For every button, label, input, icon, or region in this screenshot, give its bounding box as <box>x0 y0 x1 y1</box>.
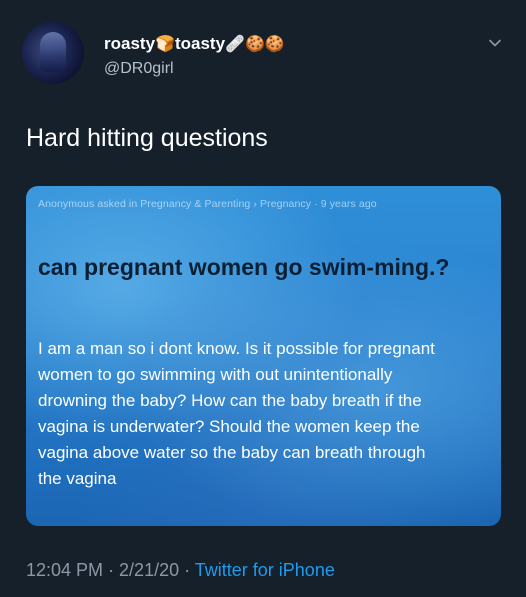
tweet-text: Hard hitting questions <box>26 124 268 152</box>
bread-icon: 🍞 <box>155 36 175 53</box>
display-name-part-2: toasty <box>174 34 226 53</box>
avatar[interactable] <box>22 22 84 84</box>
body-line: I am a man so i dont know. Is it possibl… <box>38 339 435 358</box>
body-line: drowning the baby? How can the baby brea… <box>38 391 422 410</box>
body-line: vagina above water so the baby can breat… <box>38 443 426 462</box>
source-link[interactable]: Twitter for iPhone <box>195 560 335 580</box>
tweet-timestamp: 12:04 PM · 2/21/20 · Twitter for iPhone <box>26 560 335 581</box>
question-body: I am a man so i dont know. Is it possibl… <box>38 336 501 492</box>
question-title: can pregnant women go swim-ming.? <box>38 254 450 280</box>
display-name-part-1: roasty <box>104 34 156 53</box>
embedded-screenshot: Anonymous asked in Pregnancy & Parenting… <box>26 186 501 526</box>
chevron-down-icon[interactable] <box>488 36 502 50</box>
body-line: women to go swimming with out unintentio… <box>38 365 393 384</box>
body-line: vagina is underwater? Should the women k… <box>38 417 420 436</box>
avatar-figure <box>40 32 66 72</box>
display-name[interactable]: roasty🍞toasty🩹🍪🍪 <box>104 34 285 54</box>
timestamp-text[interactable]: 12:04 PM · 2/21/20 · <box>26 560 190 580</box>
question-meta: Anonymous asked in Pregnancy & Parenting… <box>38 198 377 210</box>
user-handle[interactable]: @DR0girl <box>104 60 174 78</box>
body-line: the vagina <box>38 469 117 488</box>
bandage-icon: 🩹 <box>225 36 245 53</box>
cookie-icon: 🍪 <box>244 36 265 53</box>
tweet: roasty🍞toasty🩹🍪🍪 @DR0girl Hard hitting q… <box>0 0 526 597</box>
cookie-icon: 🍪 <box>264 36 285 53</box>
